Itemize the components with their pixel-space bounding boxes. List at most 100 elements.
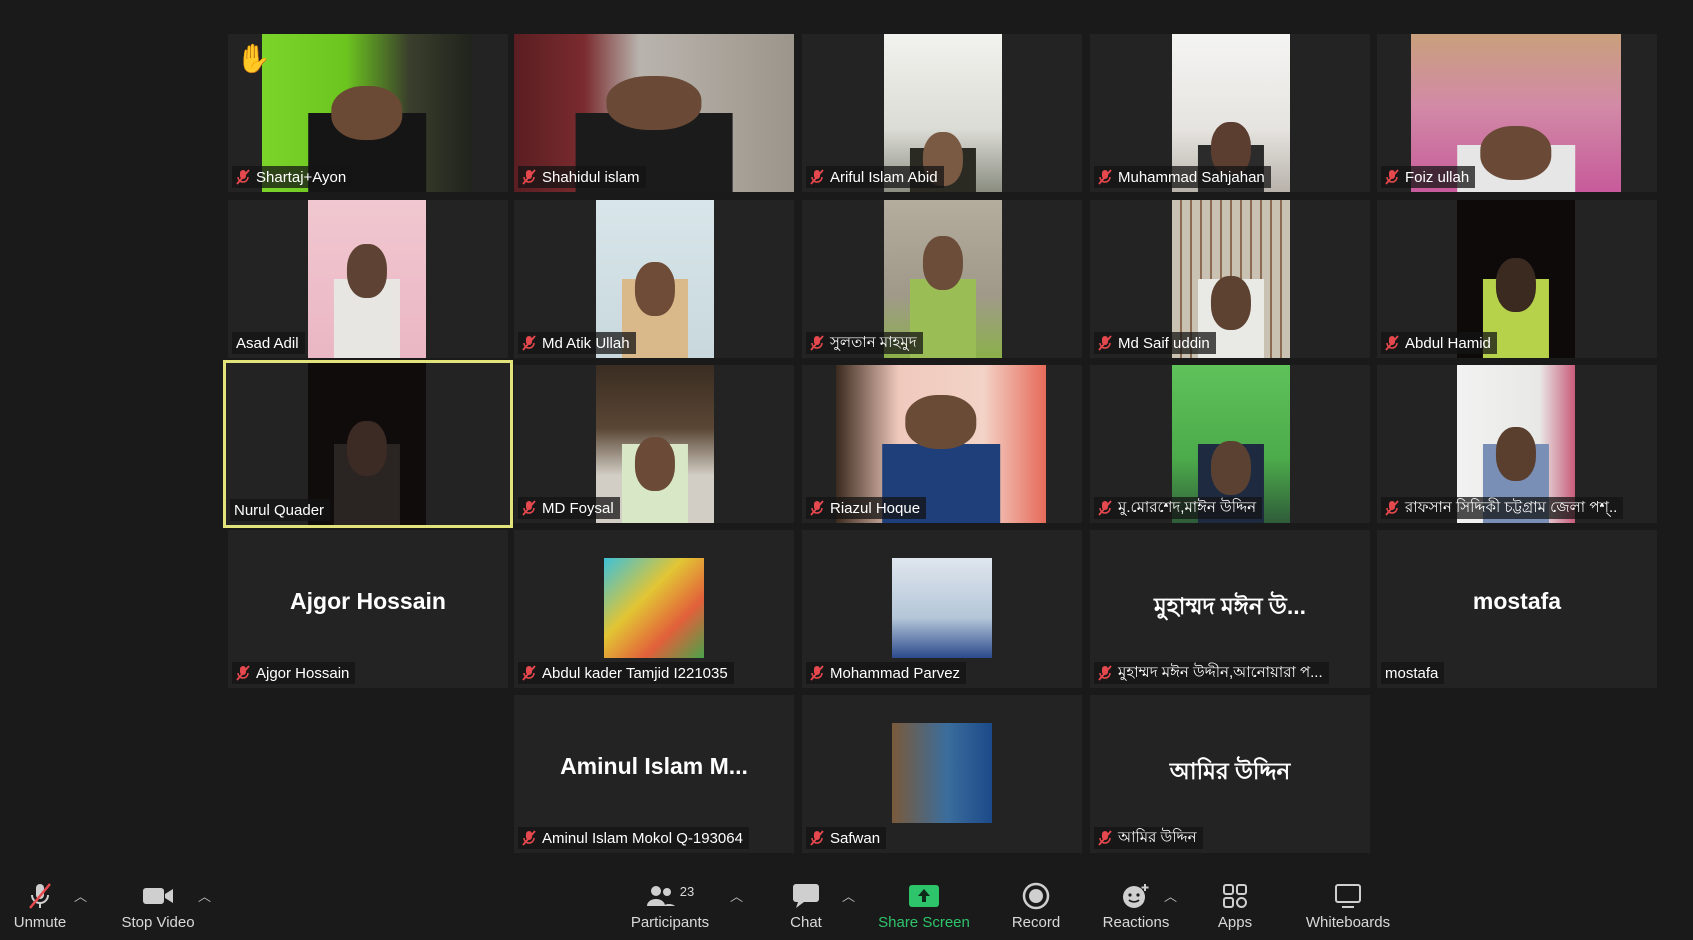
muted-mic-icon [1385, 169, 1399, 185]
participant-tile[interactable]: Foiz ullah [1377, 34, 1657, 192]
participant-name: Abdul Hamid [1405, 334, 1491, 352]
muted-mic-icon [522, 169, 536, 185]
stop-video-button[interactable]: Stop Video [118, 880, 198, 931]
participants-label: Participants [630, 914, 710, 931]
participant-tile[interactable]: Aminul Islam M... Aminul Islam Mokol Q-1… [514, 695, 794, 853]
muted-mic-icon [522, 830, 536, 846]
apps-icon [1222, 880, 1248, 912]
muted-mic-icon [522, 335, 536, 351]
profile-picture [892, 723, 992, 823]
participant-tile[interactable]: mostafa mostafa [1377, 530, 1657, 688]
record-icon [1022, 880, 1050, 912]
participant-name: আমির উদ্দিন [1118, 828, 1197, 846]
participant-name-label: Asad Adil [232, 332, 305, 354]
participant-tile[interactable]: Md Atik Ullah [514, 200, 794, 358]
video-options-caret-icon[interactable]: ︿ [198, 886, 211, 905]
unmute-label: Unmute [13, 914, 67, 931]
participant-name-label: সুলতান মাহমুদ [806, 332, 923, 354]
whiteboards-button[interactable]: Whiteboards [1300, 880, 1396, 931]
participant-name-label: Shartaj+Ayon [232, 166, 353, 188]
muted-mic-icon [1098, 169, 1112, 185]
participant-name-label: MD Foysal [518, 497, 620, 519]
muted-mic-icon [810, 335, 824, 351]
participant-name: Foiz ullah [1405, 168, 1470, 186]
participant-name: Md Atik Ullah [542, 334, 630, 352]
participant-name-label: Md Atik Ullah [518, 332, 636, 354]
reactions-button[interactable]: Reactions [1100, 880, 1172, 931]
participant-tile[interactable]: Abdul kader Tamjid I221035 [514, 530, 794, 688]
participant-name: Abdul kader Tamjid I221035 [542, 664, 728, 682]
participant-tile[interactable]: Mohammad Parvez [802, 530, 1082, 688]
participant-tile[interactable]: মুহাম্মদ মঈন উ... মুহাম্মদ মঈন উদ্দীন,আন… [1090, 530, 1370, 688]
apps-button[interactable]: Apps [1212, 880, 1258, 931]
participant-display-name: Ajgor Hossain [290, 588, 446, 614]
participant-name: Aminul Islam Mokol Q-193064 [542, 829, 743, 847]
reactions-options-caret-icon[interactable]: ︿ [1164, 886, 1177, 905]
participant-name: Shahidul islam [542, 168, 640, 186]
participant-tile[interactable]: Ariful Islam Abid [802, 34, 1082, 192]
participant-name: Ajgor Hossain [256, 664, 350, 682]
participant-name-label: Shahidul islam [518, 166, 646, 188]
chat-options-caret-icon[interactable]: ︿ [842, 886, 855, 905]
participant-tile[interactable]: Abdul Hamid [1377, 200, 1657, 358]
participant-tile[interactable]: ✋ Shartaj+Ayon [228, 34, 508, 192]
participant-tile[interactable]: Asad Adil [228, 200, 508, 358]
participant-tile[interactable]: Shahidul islam [514, 34, 794, 192]
participant-tile[interactable]: Ajgor Hossain Ajgor Hossain [228, 530, 508, 688]
participant-name-label: Foiz ullah [1381, 166, 1476, 188]
participant-tile[interactable]: রাফসান সিদ্দিকী চট্টগ্রাম জেলা পশ্.. [1377, 365, 1657, 523]
audio-options-caret-icon[interactable]: ︿ [74, 886, 87, 905]
participant-name-label: Safwan [806, 827, 887, 849]
smiley-plus-icon [1121, 880, 1151, 912]
participant-tile[interactable]: Safwan [802, 695, 1082, 853]
participant-name: Asad Adil [236, 334, 299, 352]
participant-name-label: মুহাম্মদ মঈন উদ্দীন,আনোয়ারা প... [1094, 662, 1329, 684]
muted-mic-icon [810, 830, 824, 846]
participant-name: Ariful Islam Abid [830, 168, 938, 186]
raised-hand-icon: ✋ [236, 43, 271, 74]
muted-mic-icon [1098, 830, 1112, 846]
participant-name-label: মু.মোরশেদ,মাঈন উদ্দিন [1094, 497, 1263, 519]
participant-tile[interactable]: Md Saif uddin [1090, 200, 1370, 358]
participant-tile[interactable]: আমির উদ্দিন আমির উদ্দিন [1090, 695, 1370, 853]
participant-tile[interactable]: MD Foysal [514, 365, 794, 523]
participants-button[interactable]: 23 Participants [628, 880, 712, 932]
muted-mic-icon [1385, 500, 1399, 516]
participant-name: মু.মোরশেদ,মাঈন উদ্দিন [1118, 498, 1257, 516]
share-screen-label: Share Screen [878, 914, 970, 931]
participant-name-label: Nurul Quader [230, 499, 331, 521]
muted-mic-icon [522, 500, 536, 516]
participant-tile[interactable]: সুলতান মাহমুদ [802, 200, 1082, 358]
stop-video-label: Stop Video [121, 914, 195, 931]
participant-name: Safwan [830, 829, 881, 847]
video-feed [308, 200, 426, 358]
muted-mic-icon [236, 169, 250, 185]
participant-display-name: Aminul Islam M... [560, 753, 748, 779]
reactions-label: Reactions [1102, 914, 1170, 931]
participant-name: mostafa [1385, 664, 1439, 682]
participant-tile[interactable]: Muhammad Sahjahan [1090, 34, 1370, 192]
participant-name: রাফসান সিদ্দিকী চট্টগ্রাম জেলা পশ্.. [1405, 498, 1618, 516]
participant-name: সুলতান মাহমুদ [830, 333, 917, 351]
participant-name-label: Md Saif uddin [1094, 332, 1216, 354]
participant-name: Mohammad Parvez [830, 664, 961, 682]
participants-count: 23 [679, 883, 695, 899]
participant-name-label: Ajgor Hossain [232, 662, 356, 684]
muted-mic-icon [810, 665, 824, 681]
participant-display-name: আমির উদ্দিন [1169, 758, 1291, 784]
participant-tile-active-speaker[interactable]: Nurul Quader [223, 360, 513, 528]
record-button[interactable]: Record [1008, 880, 1064, 931]
participant-name: Shartaj+Ayon [256, 168, 347, 186]
participants-options-caret-icon[interactable]: ︿ [730, 886, 743, 905]
profile-picture [892, 558, 992, 658]
participant-tile[interactable]: মু.মোরশেদ,মাঈন উদ্দিন [1090, 365, 1370, 523]
participant-name: Muhammad Sahjahan [1118, 168, 1265, 186]
share-screen-button[interactable]: Share Screen [878, 880, 970, 931]
muted-mic-icon [810, 500, 824, 516]
participant-tile[interactable]: Riazul Hoque [802, 365, 1082, 523]
participant-name: মুহাম্মদ মঈন উদ্দীন,আনোয়ারা প... [1118, 663, 1323, 681]
chat-button[interactable]: Chat [786, 880, 826, 931]
unmute-button[interactable]: Unmute [10, 880, 70, 931]
participant-name-label: Abdul Hamid [1381, 332, 1497, 354]
muted-mic-icon [1098, 665, 1112, 681]
